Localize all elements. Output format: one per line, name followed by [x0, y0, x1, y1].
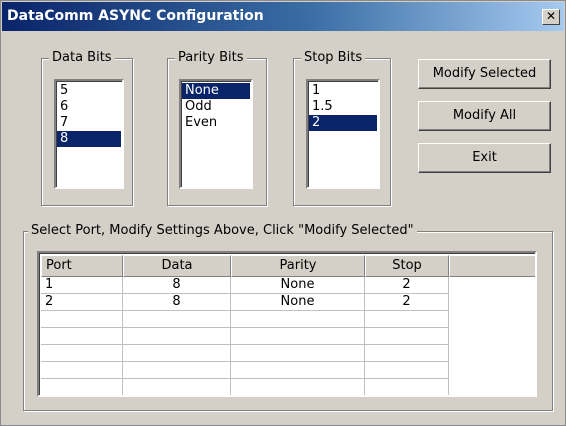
table-row-empty	[41, 311, 449, 328]
cell-parity: None	[231, 294, 365, 311]
exit-button[interactable]: Exit	[418, 143, 551, 173]
table-row-empty	[41, 362, 449, 379]
config-dialog: DataComm ASYNC Configuration ✕ Data Bits…	[0, 0, 566, 426]
data-bits-group: Data Bits 5 6 7 8	[41, 50, 133, 206]
table-row[interactable]: 2 8 None 2	[41, 294, 449, 311]
parity-option-even[interactable]: Even	[182, 115, 250, 131]
data-bits-option-8[interactable]: 8	[57, 131, 121, 147]
column-header-port[interactable]: Port	[41, 255, 123, 277]
parity-bits-listbox[interactable]: None Odd Even	[179, 79, 253, 189]
table-row-empty	[41, 345, 449, 362]
data-bits-option-7[interactable]: 7	[57, 115, 121, 131]
table-header: Port Data Parity Stop	[41, 255, 535, 277]
close-icon[interactable]: ✕	[542, 9, 560, 25]
cell-port: 1	[41, 277, 123, 294]
ports-table[interactable]: Port Data Parity Stop 1 8 None 2 2 8 Non…	[37, 251, 537, 397]
cell-parity: None	[231, 277, 365, 294]
cell-stop: 2	[365, 277, 449, 294]
data-bits-option-5[interactable]: 5	[57, 83, 121, 99]
stop-bits-option-1-5[interactable]: 1.5	[309, 99, 377, 115]
data-bits-listbox[interactable]: 5 6 7 8	[54, 79, 124, 189]
data-bits-label: Data Bits	[49, 50, 115, 66]
column-header-data[interactable]: Data	[123, 255, 231, 277]
parity-option-odd[interactable]: Odd	[182, 99, 250, 115]
stop-bits-option-2[interactable]: 2	[309, 115, 377, 131]
table-row[interactable]: 1 8 None 2	[41, 277, 449, 294]
stop-bits-label: Stop Bits	[301, 50, 366, 66]
stop-bits-listbox[interactable]: 1 1.5 2	[306, 79, 380, 189]
parity-bits-group: Parity Bits None Odd Even	[167, 50, 267, 206]
ports-group-label: Select Port, Modify Settings Above, Clic…	[28, 223, 417, 239]
table-row-empty	[41, 328, 449, 345]
parity-option-none[interactable]: None	[182, 83, 250, 99]
parity-bits-label: Parity Bits	[175, 50, 247, 66]
window-title: DataComm ASYNC Configuration	[7, 8, 264, 24]
title-bar[interactable]: DataComm ASYNC Configuration ✕	[2, 2, 564, 31]
cell-port: 2	[41, 294, 123, 311]
stop-bits-option-1[interactable]: 1	[309, 83, 377, 99]
cell-data: 8	[123, 294, 231, 311]
modify-selected-button[interactable]: Modify Selected	[418, 59, 551, 89]
table-row-empty	[41, 379, 449, 395]
data-bits-option-6[interactable]: 6	[57, 99, 121, 115]
cell-data: 8	[123, 277, 231, 294]
column-header-stop[interactable]: Stop	[365, 255, 449, 277]
column-header-empty	[449, 255, 535, 277]
modify-all-button[interactable]: Modify All	[418, 101, 551, 131]
cell-stop: 2	[365, 294, 449, 311]
column-header-parity[interactable]: Parity	[231, 255, 365, 277]
stop-bits-group: Stop Bits 1 1.5 2	[293, 50, 391, 206]
